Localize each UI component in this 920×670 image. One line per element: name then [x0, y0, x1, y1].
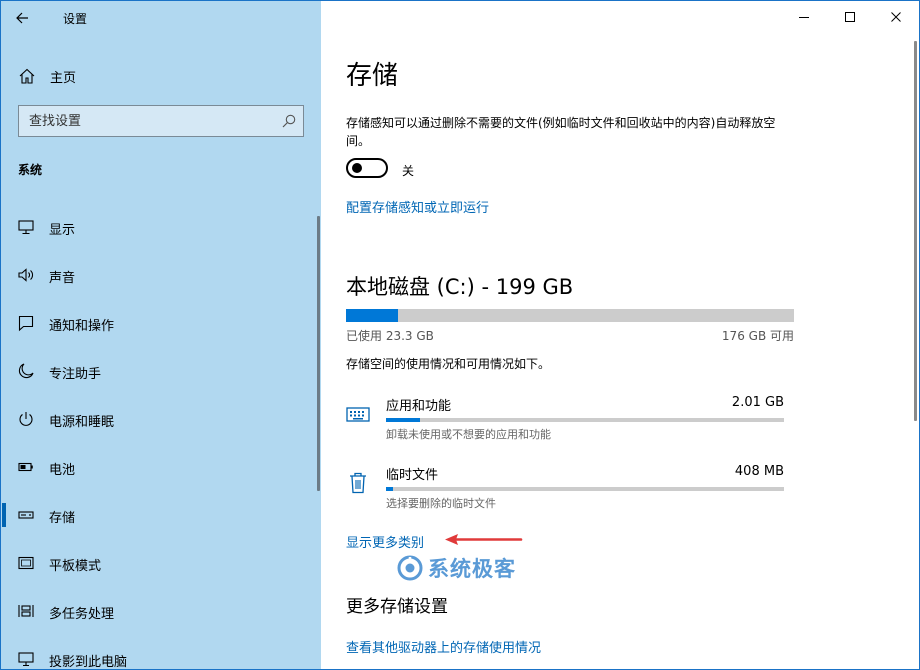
storage-sense-description: 存储感知可以通过删除不需要的文件(例如临时文件和回收站中的内容)自动释放空间。	[346, 116, 776, 148]
home-icon	[19, 68, 35, 84]
back-arrow-icon	[16, 12, 28, 24]
sidebar-item-label: 平板模式	[49, 559, 102, 574]
configure-storage-sense-link[interactable]: 配置存储感知或立即运行	[346, 197, 489, 216]
toggle-knob	[352, 163, 362, 173]
sidebar-item-display[interactable]: 显示	[1, 207, 319, 247]
category-temporary-files[interactable]: 临时文件 408 MB 选择要删除的临时文件	[341, 464, 791, 526]
sidebar-item-label: 多任务处理	[49, 607, 115, 622]
speaker-icon	[18, 268, 33, 282]
sidebar-item-label: 主页	[50, 71, 77, 86]
usage-description: 存储空间的使用情况和可用情况如下。	[346, 357, 551, 371]
minimize-icon	[799, 17, 809, 18]
category-size: 408 MB	[734, 464, 784, 479]
close-button[interactable]	[873, 1, 919, 33]
monitor-icon	[18, 220, 34, 235]
sidebar-item-label: 电池	[49, 463, 76, 478]
sidebar-item-focus-assist[interactable]: 专注助手	[1, 351, 319, 391]
show-more-categories-link[interactable]: 显示更多类别	[346, 532, 424, 551]
main-scrollbar[interactable]	[914, 41, 917, 421]
watermark-logo-icon	[397, 555, 423, 581]
sidebar-item-notifications[interactable]: 通知和操作	[1, 303, 319, 343]
back-button[interactable]	[7, 5, 37, 31]
moon-icon	[18, 363, 34, 379]
settings-window: 设置 主页 系统 显示	[0, 0, 920, 670]
sidebar-item-home[interactable]: 主页	[1, 58, 321, 92]
multitask-icon	[18, 605, 34, 617]
toggle-state-label: 关	[402, 164, 415, 178]
category-description: 卸载未使用或不想要的应用和功能	[386, 428, 551, 441]
category-name: 应用和功能	[386, 399, 452, 414]
page-title: 存储	[346, 61, 399, 91]
sidebar-item-label: 显示	[49, 223, 76, 238]
disk-title: 本地磁盘 (C:) - 199 GB	[346, 275, 574, 299]
sidebar-item-label: 声音	[49, 271, 76, 286]
maximize-button[interactable]	[827, 1, 873, 33]
keyboard-icon	[346, 407, 370, 422]
sidebar-item-label: 投影到此电脑	[49, 655, 128, 670]
active-indicator	[2, 503, 6, 527]
sidebar-item-label: 电源和睡眠	[49, 415, 115, 430]
category-size: 2.01 GB	[731, 395, 784, 410]
maximize-icon	[845, 12, 855, 22]
disk-free-label: 176 GB 可用	[721, 329, 794, 343]
sidebar-item-sound[interactable]: 声音	[1, 255, 319, 295]
other-drives-storage-link[interactable]: 查看其他驱动器上的存储使用情况	[346, 637, 541, 656]
watermark: 系统极客	[397, 554, 516, 582]
sidebar-scrollbar[interactable]	[317, 216, 320, 491]
sidebar-item-label: 通知和操作	[49, 319, 115, 334]
minimize-button[interactable]	[781, 1, 827, 33]
trash-icon	[350, 472, 366, 494]
annotation-arrow-icon	[445, 534, 523, 545]
sidebar-item-projection[interactable]: 投影到此电脑	[1, 639, 319, 670]
disk-usage-fill	[346, 309, 399, 322]
category-usage-fill	[386, 418, 420, 422]
notification-icon	[18, 315, 34, 332]
category-name: 临时文件	[386, 468, 439, 483]
category-usage-bar	[386, 418, 784, 422]
sidebar-item-label: 专注助手	[49, 367, 102, 382]
sidebar-item-battery[interactable]: 电池	[1, 447, 319, 487]
category-description: 选择要删除的临时文件	[386, 497, 496, 510]
power-icon	[19, 412, 33, 426]
section-heading: 系统	[18, 163, 43, 177]
tablet-icon	[18, 556, 34, 570]
search-input[interactable]	[19, 106, 279, 136]
category-usage-fill	[386, 487, 393, 491]
watermark-text: 系统极客	[428, 557, 516, 581]
sidebar-item-power-sleep[interactable]: 电源和睡眠	[1, 399, 319, 439]
battery-icon	[18, 462, 33, 472]
category-apps-features[interactable]: 应用和功能 2.01 GB 卸载未使用或不想要的应用和功能	[341, 395, 791, 457]
disk-usage-bar	[346, 309, 794, 322]
disk-used-label: 已使用 23.3 GB	[346, 329, 434, 343]
storage-icon	[18, 511, 34, 519]
projection-icon	[18, 652, 34, 667]
sidebar-item-multitasking[interactable]: 多任务处理	[1, 591, 319, 631]
close-icon	[891, 12, 901, 22]
category-usage-bar	[386, 487, 784, 491]
sidebar-item-storage[interactable]: 存储	[1, 495, 319, 535]
sidebar-item-tablet-mode[interactable]: 平板模式	[1, 543, 319, 583]
search-icon[interactable]	[281, 113, 297, 129]
sidebar: 设置 主页 系统 显示	[1, 1, 321, 670]
storage-sense-toggle[interactable]	[346, 158, 388, 178]
app-title: 设置	[63, 12, 88, 26]
sidebar-item-label: 存储	[49, 511, 76, 526]
search-box[interactable]	[18, 105, 304, 137]
more-storage-settings-heading: 更多存储设置	[346, 597, 448, 617]
